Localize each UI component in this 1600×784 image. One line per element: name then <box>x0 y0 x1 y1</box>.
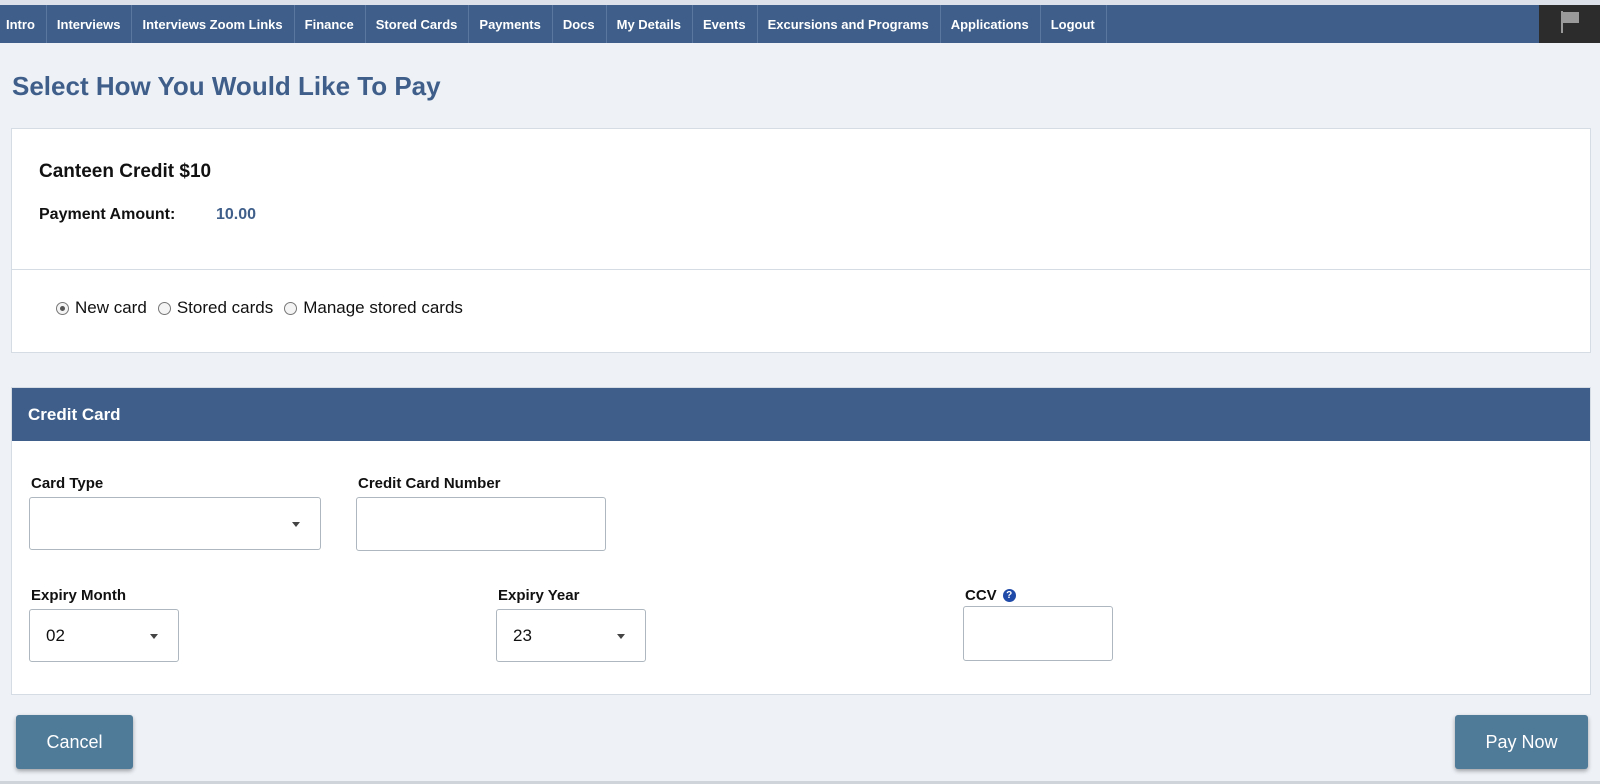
credit-card-number-label: Credit Card Number <box>358 475 501 492</box>
ccv-label: CCV <box>965 587 997 604</box>
help-icon[interactable]: ? <box>1002 589 1016 602</box>
nav-item-intro[interactable]: Intro <box>0 5 47 43</box>
card-type-label: Card Type <box>31 475 104 492</box>
chevron-down-icon <box>150 633 158 639</box>
cancel-button[interactable]: Cancel <box>16 715 133 769</box>
payment-amount-value: 10.00 <box>216 206 257 223</box>
item-name: Canteen Credit $10 <box>39 161 212 182</box>
ccv-input[interactable] <box>963 606 1113 661</box>
payment-options-panel: New card Stored cards Manage stored card… <box>11 269 1591 353</box>
nav-item-excursions-and-programs[interactable]: Excursions and Programs <box>758 5 941 43</box>
chevron-down-icon <box>292 521 300 527</box>
payment-method-radio-group: New card Stored cards Manage stored card… <box>56 298 474 318</box>
expiry-year-label: Expiry Year <box>498 587 580 604</box>
expiry-month-select[interactable]: 02 <box>29 609 179 662</box>
expiry-month-value: 02 <box>46 625 65 645</box>
payment-summary-panel: Canteen Credit $10 Payment Amount: 10.00 <box>11 128 1591 270</box>
radio-stored-cards-label[interactable]: Stored cards <box>177 298 273 318</box>
nav-item-finance[interactable]: Finance <box>295 5 366 43</box>
page-title: Select How You Would Like To Pay <box>12 71 441 101</box>
credit-card-header: Credit Card <box>12 388 1590 441</box>
flag-button[interactable] <box>1539 5 1600 43</box>
expiry-month-label: Expiry Month <box>31 587 127 604</box>
radio-stored-cards[interactable] <box>157 301 171 315</box>
radio-manage-stored-cards-label[interactable]: Manage stored cards <box>303 298 463 318</box>
radio-new-card-label[interactable]: New card <box>75 298 147 318</box>
nav-item-events[interactable]: Events <box>693 5 758 43</box>
nav-item-logout[interactable]: Logout <box>1041 5 1107 43</box>
nav-item-applications[interactable]: Applications <box>941 5 1041 43</box>
radio-manage-stored-cards[interactable] <box>284 301 298 315</box>
nav-item-docs[interactable]: Docs <box>553 5 607 43</box>
flag-icon <box>1559 10 1581 39</box>
nav-item-interviews-zoom-links[interactable]: Interviews Zoom Links <box>132 5 295 43</box>
radio-new-card[interactable] <box>56 301 69 315</box>
nav-item-interviews[interactable]: Interviews <box>47 5 133 43</box>
ccv-label-group: CCV? <box>965 587 1016 604</box>
nav-item-stored-cards[interactable]: Stored Cards <box>366 5 470 43</box>
chevron-down-icon <box>617 633 625 639</box>
payment-amount-label: Payment Amount: <box>39 206 176 223</box>
card-type-select[interactable] <box>29 497 321 550</box>
nav-item-my-details[interactable]: My Details <box>607 5 693 43</box>
expiry-year-value: 23 <box>513 625 532 645</box>
expiry-year-select[interactable]: 23 <box>496 609 646 662</box>
pay-now-button[interactable]: Pay Now <box>1455 715 1588 769</box>
credit-card-panel: Credit Card Card Type Credit Card Number… <box>11 387 1591 695</box>
top-navbar: Intro Interviews Interviews Zoom Links F… <box>0 5 1600 43</box>
credit-card-number-input[interactable] <box>356 497 606 551</box>
nav-item-payments[interactable]: Payments <box>469 5 553 43</box>
